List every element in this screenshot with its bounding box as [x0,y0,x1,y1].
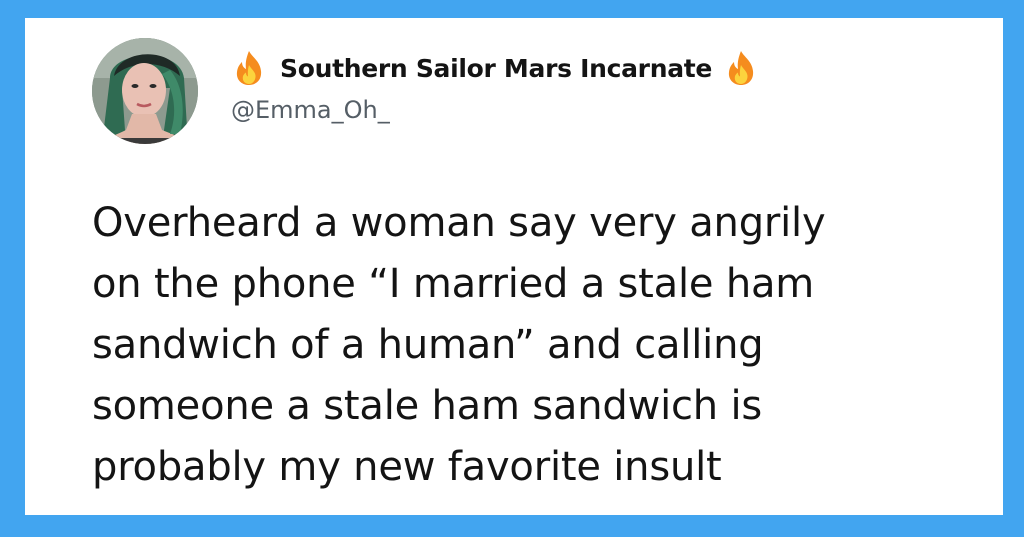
tweet-text: Overheard a woman say very angrily on th… [92,193,972,498]
author-handle[interactable]: @Emma_Oh_ [231,96,390,124]
fire-icon [722,49,760,87]
fire-icon [230,49,268,87]
avatar-image [92,38,198,144]
tweet-text-line: Overheard a woman say very angrily [92,200,826,246]
tweet-text-line: someone a stale ham sandwich is [92,383,763,429]
tweet-text-line: probably my new favorite insult [92,444,722,490]
tweet-text-line: sandwich of a human” and calling [92,322,764,368]
author-display-name[interactable]: Southern Sailor Mars Incarnate [280,54,712,83]
author-name-row[interactable]: Southern Sailor Mars Incarnate [230,48,760,88]
tweet-card: Southern Sailor Mars Incarnate @Emma_Oh_… [25,18,1003,515]
avatar[interactable] [92,38,198,144]
tweet-text-line: on the phone “I married a stale ham [92,261,815,307]
